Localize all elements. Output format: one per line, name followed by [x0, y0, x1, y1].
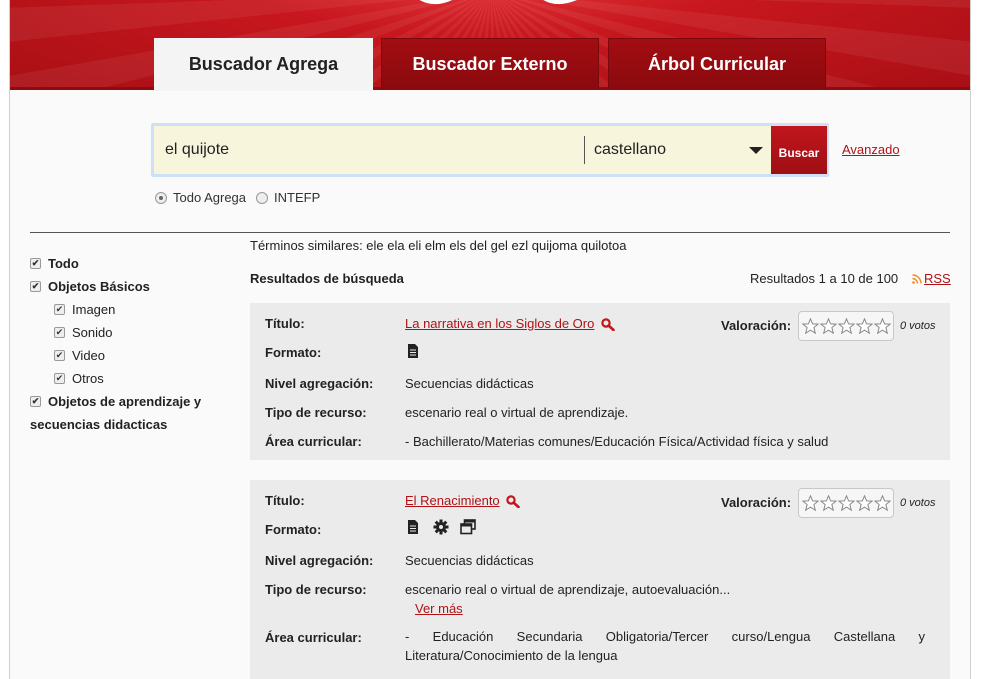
rss-link[interactable]: RSS — [912, 271, 951, 286]
search-box: castellano Buscar — [151, 123, 829, 177]
search-icon[interactable] — [506, 495, 521, 509]
star-icon[interactable] — [819, 495, 837, 511]
label-nivel: Nivel agregación: — [265, 376, 374, 391]
star-icon[interactable] — [873, 318, 891, 334]
advanced-search-link[interactable]: Avanzado — [842, 142, 900, 157]
star-icon[interactable] — [855, 495, 873, 511]
results-count: Resultados 1 a 10 de 100 — [750, 271, 899, 286]
document-icon — [408, 343, 418, 358]
format-icons — [405, 518, 484, 535]
label-valoracion: Valoración: — [721, 495, 792, 510]
result-card: Título: El Renacimiento Valoración: 0 vo… — [250, 480, 950, 679]
filter-video[interactable]: ✔ Video — [30, 344, 240, 367]
star-icon[interactable] — [855, 318, 873, 334]
search-icon[interactable] — [601, 318, 615, 332]
star-icon[interactable] — [837, 318, 855, 334]
nivel-value: Secuencias didácticas — [405, 376, 534, 391]
rating-stars[interactable] — [798, 488, 894, 518]
logo — [419, 0, 578, 5]
nivel-value: Secuencias didácticas — [405, 553, 534, 568]
checkbox[interactable]: ✔ — [54, 350, 65, 361]
filter-imagen[interactable]: ✔ Imagen — [30, 298, 240, 321]
windows-icon — [460, 518, 477, 534]
ver-mas-link[interactable]: Ver más — [415, 601, 463, 616]
filter-sonido[interactable]: ✔ Sonido — [30, 321, 240, 344]
result-card: Título: La narrativa en los Siglos de Or… — [250, 303, 950, 460]
area-value: - Bachillerato/Materias comunes/Educació… — [405, 434, 829, 449]
star-icon[interactable] — [801, 318, 819, 334]
votes-count: 0 votos — [900, 320, 936, 332]
filters-panel: ✔ Todo ✔ Objetos Básicos ✔ Imagen ✔ Sonido ✔… — [30, 252, 240, 436]
language-select[interactable]: castellano — [586, 129, 769, 171]
tab-buscador-agrega[interactable]: Buscador Agrega — [154, 38, 373, 91]
results-title: Resultados de búsqueda — [250, 271, 404, 286]
checkbox[interactable]: ✔ — [30, 281, 41, 292]
rss-icon — [912, 273, 922, 284]
filter-objetos-basicos[interactable]: ✔ Objetos Básicos — [30, 275, 240, 298]
filter-otros[interactable]: ✔ Otros — [30, 367, 240, 390]
label-area: Área curricular: — [265, 434, 362, 449]
checkbox[interactable]: ✔ — [54, 327, 65, 338]
checkbox[interactable]: ✔ — [30, 396, 41, 407]
checkbox[interactable]: ✔ — [54, 304, 65, 315]
filter-objetos-aprendizaje-cont: secuencias didacticas — [30, 417, 168, 432]
gear-icon — [433, 519, 449, 535]
label-titulo: Título: — [265, 493, 305, 508]
radio-intefp-label: INTEFP — [274, 190, 321, 205]
page: Buscador Agrega Buscador Externo Árbol C… — [9, 0, 971, 679]
result-title-link[interactable]: La narrativa en los Siglos de Oro — [405, 316, 594, 331]
radio-todo-agrega-label: Todo Agrega — [173, 190, 247, 205]
star-icon[interactable] — [819, 318, 837, 334]
label-formato: Formato: — [265, 522, 322, 537]
label-nivel: Nivel agregación: — [265, 553, 374, 568]
document-icon — [408, 519, 418, 534]
tipo-value: escenario real o virtual de aprendizaje,… — [405, 582, 731, 597]
result-title: El Renacimiento — [405, 493, 521, 509]
tipo-value: escenario real o virtual de aprendizaje. — [405, 405, 629, 420]
label-tipo: Tipo de recurso: — [265, 405, 367, 420]
tab-buscador-externo[interactable]: Buscador Externo — [381, 38, 599, 90]
votes-count: 0 votos — [900, 497, 936, 509]
result-title: La narrativa en los Siglos de Oro — [405, 316, 615, 332]
star-icon[interactable] — [873, 495, 891, 511]
radio-todo-agrega[interactable] — [155, 191, 167, 204]
checkbox[interactable]: ✔ — [30, 258, 41, 269]
tab-arbol-curricular[interactable]: Árbol Curricular — [608, 38, 826, 90]
format-icons — [405, 342, 429, 359]
label-titulo: Título: — [265, 316, 305, 331]
star-icon[interactable] — [837, 495, 855, 511]
search-scope: Todo Agrega INTEFP — [155, 190, 320, 205]
filter-objetos-aprendizaje[interactable]: ✔ Objetos de aprendizaje y — [30, 390, 240, 413]
checkbox[interactable]: ✔ — [54, 373, 65, 384]
label-formato: Formato: — [265, 345, 322, 360]
label-area: Área curricular: — [265, 630, 362, 645]
result-title-link[interactable]: El Renacimiento — [405, 493, 500, 508]
language-select-value: castellano — [594, 141, 667, 158]
search-separator — [584, 136, 585, 164]
similar-terms: Términos similares: ele ela eli elm els … — [250, 238, 627, 253]
chevron-down-icon — [749, 147, 763, 154]
radio-intefp[interactable] — [256, 191, 269, 204]
rating-stars[interactable] — [798, 311, 894, 341]
star-icon[interactable] — [801, 495, 819, 511]
divider — [30, 232, 950, 233]
label-valoracion: Valoración: — [721, 318, 792, 333]
area-value: - Educación Secundaria Obligatoria/Terce… — [405, 629, 925, 663]
search-input[interactable] — [157, 129, 583, 171]
search-button[interactable]: Buscar — [771, 126, 827, 174]
label-tipo: Tipo de recurso: — [265, 582, 367, 597]
filter-todo[interactable]: ✔ Todo — [30, 252, 240, 275]
